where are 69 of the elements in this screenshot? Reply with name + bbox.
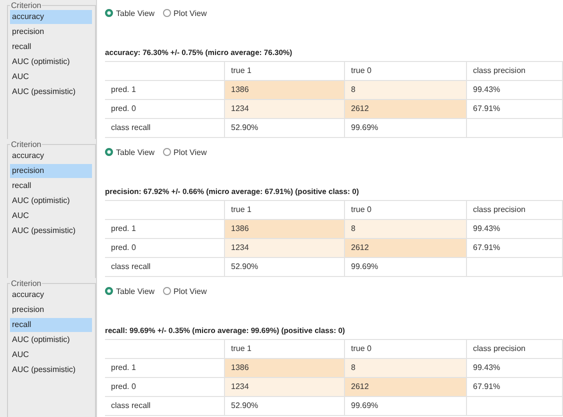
table-cell: 1234 [225, 239, 345, 258]
criterion-item[interactable]: AUC (pessimistic) [10, 85, 92, 99]
criterion-item[interactable]: AUC (pessimistic) [10, 224, 92, 238]
row-header: class recall [105, 119, 225, 138]
table-cell: 1234 [225, 378, 345, 397]
table-cell: 99.43% [467, 81, 563, 100]
table-cell: 52.90% [225, 119, 345, 138]
group-label: Criterion [10, 140, 42, 149]
criterion-item[interactable]: accuracy [10, 149, 92, 163]
table-cell: 1386 [225, 81, 345, 100]
view-radio[interactable]: Plot View [162, 8, 207, 18]
criterion-item[interactable]: AUC (pessimistic) [10, 363, 92, 377]
radio-icon[interactable] [105, 148, 113, 156]
criterion-item[interactable]: precision [10, 164, 92, 178]
criterion-item[interactable]: AUC [10, 70, 92, 84]
table-cell: 99.69% [345, 258, 467, 277]
row-header: class recall [105, 258, 225, 277]
view-radio[interactable]: Plot View [162, 148, 207, 156]
radio-label: Table View [116, 8, 155, 18]
criterion-item[interactable]: AUC (optimistic) [10, 333, 92, 347]
radio-icon[interactable] [105, 287, 113, 295]
radio-label: Table View [116, 286, 155, 296]
table-cell: 1234 [225, 100, 345, 119]
column-header: class precision [467, 340, 563, 359]
row-header: class recall [105, 397, 225, 416]
view-radio[interactable]: Plot View [162, 286, 207, 296]
column-header: class precision [467, 201, 563, 220]
criterion-item[interactable]: recall [10, 40, 92, 54]
radio-label: Plot View [174, 148, 207, 156]
table-cell: 99.69% [345, 397, 467, 416]
table-cell: 52.90% [225, 397, 345, 416]
table-cell: 2612 [345, 100, 467, 119]
criterion-item[interactable]: AUC [10, 348, 92, 362]
criterion-item[interactable]: accuracy [10, 10, 92, 24]
table-cell: 67.91% [467, 378, 563, 397]
view-radio[interactable]: Table View [105, 286, 155, 296]
criterion-item[interactable]: AUC (optimistic) [10, 55, 92, 69]
table-cell: 67.91% [467, 239, 563, 258]
criterion-item[interactable]: recall [10, 179, 92, 193]
table-cell: 1386 [225, 220, 345, 239]
radio-icon[interactable] [162, 148, 171, 156]
criterion-item[interactable]: recall [10, 318, 92, 332]
table-cell: 2612 [345, 239, 467, 258]
radio-label: Plot View [174, 8, 207, 18]
radio-label: Plot View [174, 286, 207, 296]
group-label: Criterion [10, 279, 42, 288]
table-cell: 67.91% [467, 100, 563, 119]
radio-label: Table View [116, 148, 155, 156]
table-cell: 99.43% [467, 220, 563, 239]
view-radio[interactable]: Table View [105, 8, 155, 18]
criterion-item[interactable]: AUC [10, 209, 92, 223]
table-cell: 99.43% [467, 359, 563, 378]
criterion-item[interactable]: precision [10, 303, 92, 317]
radio-icon[interactable] [105, 9, 113, 17]
criterion-item[interactable]: AUC (optimistic) [10, 194, 92, 208]
table-cell: 2612 [345, 378, 467, 397]
table-cell: 8 [345, 220, 467, 239]
criterion-item[interactable]: accuracy [10, 288, 92, 302]
table-cell: 8 [345, 359, 467, 378]
radio-icon[interactable] [162, 9, 171, 17]
column-header: class precision [467, 62, 563, 81]
table-cell: 8 [345, 81, 467, 100]
radio-icon[interactable] [162, 287, 171, 295]
criterion-item[interactable]: precision [10, 25, 92, 39]
table-cell: 99.69% [345, 119, 467, 138]
group-label: Criterion [10, 1, 42, 10]
view-radio[interactable]: Table View [105, 148, 155, 156]
table-cell: 1386 [225, 359, 345, 378]
table-cell: 52.90% [225, 258, 345, 277]
